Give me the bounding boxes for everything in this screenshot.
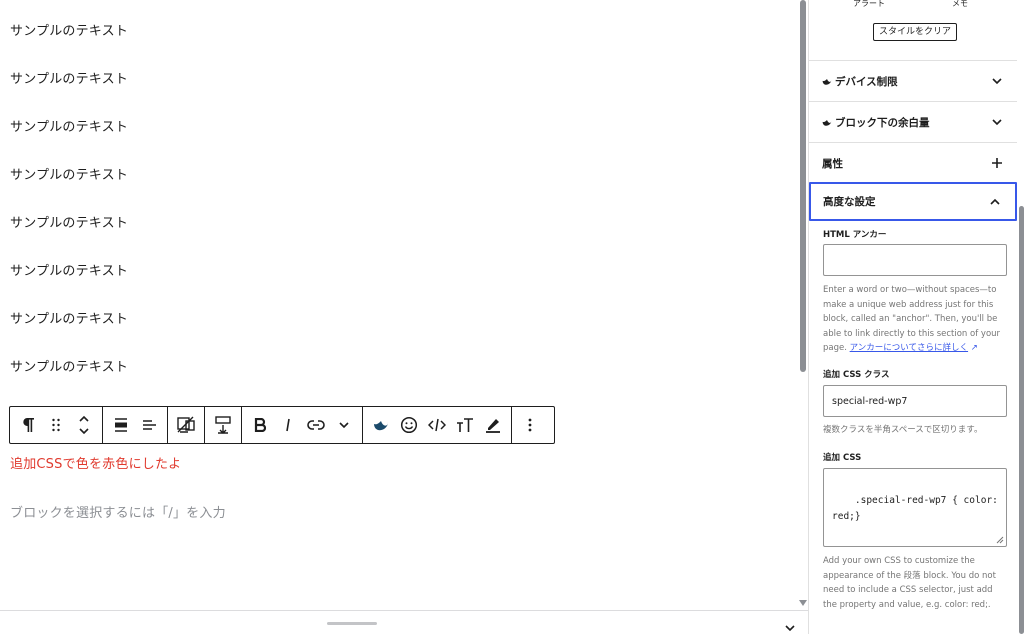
panel-title-device: デバイス制限	[822, 74, 898, 89]
html-anchor-label: HTML アンカー	[823, 230, 887, 240]
selected-paragraph-block[interactable]: 追加CSSで色を赤色にしたよ	[10, 453, 181, 472]
move-up-down-icon[interactable]	[70, 407, 98, 443]
plugin-logo-icon	[822, 119, 832, 126]
css-class-label: 追加 CSS クラス	[823, 370, 890, 380]
paragraph-block[interactable]: サンプルのテキスト	[10, 260, 128, 279]
anchor-learn-more-link[interactable]: アンカーについてさらに詳しく	[850, 343, 968, 353]
panel-device-restriction[interactable]: デバイス制限	[809, 60, 1017, 101]
toolbar-group-device	[168, 407, 205, 443]
external-link-icon: ↗	[968, 343, 978, 353]
chevron-down-icon[interactable]	[784, 617, 796, 634]
html-anchor-input[interactable]	[823, 244, 1007, 276]
block-style-labels: アラート メモ	[809, 0, 1017, 12]
panel-attributes[interactable]: 属性	[809, 142, 1017, 183]
toolbar-group-block	[10, 407, 103, 443]
align-left-icon[interactable]	[135, 407, 163, 443]
html-anchor-help: Enter a word or two—without spaces—to ma…	[823, 283, 1009, 356]
emoji-icon[interactable]	[395, 407, 423, 443]
more-chevron-icon[interactable]	[330, 407, 358, 443]
block-toolbar	[9, 406, 555, 444]
editor-scrollbar[interactable]	[798, 0, 808, 610]
clear-style-button[interactable]: スタイルをクリア	[873, 23, 958, 41]
options-icon[interactable]	[516, 407, 544, 443]
device-icon[interactable]	[172, 407, 200, 443]
panel-label: ブロック下の余白量	[835, 116, 930, 129]
style-label-alert[interactable]: アラート	[853, 0, 885, 9]
editor-canvas[interactable]: サンプルのテキスト サンプルのテキスト サンプルのテキスト サンプルのテキスト …	[0, 0, 798, 610]
paragraph-icon[interactable]	[14, 407, 42, 443]
text-size-icon[interactable]	[451, 407, 479, 443]
css-class-help: 複数クラスを半角スペースで区切ります。	[823, 425, 983, 435]
scroll-down-arrow-icon[interactable]	[799, 600, 807, 606]
italic-icon[interactable]	[274, 407, 302, 443]
custom-css-textarea[interactable]: .special-red-wp7 { color: red;}	[823, 468, 1007, 547]
css-class-input[interactable]	[823, 385, 1007, 417]
toolbar-group-plugin	[363, 407, 512, 443]
panel-label: 属性	[822, 157, 843, 170]
drag-handle-icon[interactable]	[42, 407, 70, 443]
paragraph-block[interactable]: サンプルのテキスト	[10, 308, 128, 327]
resize-grip-icon[interactable]	[996, 536, 1004, 544]
editor-footer	[0, 610, 808, 634]
bold-icon[interactable]	[246, 407, 274, 443]
plugin-logo-icon	[822, 78, 832, 85]
chevron-up-icon	[990, 198, 1000, 205]
settings-sidebar: アラート メモ スタイルをクリア デバイス制限 ブロック下の余白量 属性 高度な…	[808, 0, 1024, 634]
block-appender-placeholder[interactable]: ブロックを選択するには「/」を入力	[10, 502, 226, 521]
sidebar-scrollbar[interactable]	[1017, 0, 1024, 634]
plus-icon	[992, 158, 1002, 168]
resize-handle[interactable]	[327, 622, 377, 625]
paragraph-block[interactable]: サンプルのテキスト	[10, 212, 128, 231]
plugin-logo-icon[interactable]	[367, 407, 395, 443]
custom-css-help: Add your own CSS to customize the appear…	[823, 556, 996, 610]
margin-icon[interactable]	[209, 407, 237, 443]
highlight-icon[interactable]	[479, 407, 507, 443]
custom-css-value: .special-red-wp7 { color: red;}	[832, 495, 998, 522]
paragraph-block[interactable]: サンプルのテキスト	[10, 116, 128, 135]
panel-label: 高度な設定	[823, 196, 876, 208]
paragraph-block[interactable]: サンプルのテキスト	[10, 356, 128, 375]
editor-scrollbar-thumb[interactable]	[800, 0, 806, 372]
paragraph-block[interactable]: サンプルのテキスト	[10, 20, 128, 39]
chevron-down-icon	[992, 78, 1002, 85]
chevron-down-icon	[992, 119, 1002, 126]
custom-css-label: 追加 CSS	[823, 453, 862, 463]
paragraph-block[interactable]: サンプルのテキスト	[10, 164, 128, 183]
link-icon[interactable]	[302, 407, 330, 443]
code-icon[interactable]	[423, 407, 451, 443]
align-center-icon[interactable]	[107, 407, 135, 443]
style-label-memo[interactable]: メモ	[952, 0, 968, 9]
toolbar-group-format	[242, 407, 363, 443]
sidebar-scrollbar-thumb[interactable]	[1019, 206, 1024, 634]
panel-bottom-margin[interactable]: ブロック下の余白量	[809, 101, 1017, 142]
panel-title-margin: ブロック下の余白量	[822, 115, 930, 130]
toolbar-group-align	[103, 407, 168, 443]
toolbar-group-options	[512, 407, 548, 443]
panel-label: デバイス制限	[835, 75, 898, 88]
toolbar-group-margin	[205, 407, 242, 443]
paragraph-block[interactable]: サンプルのテキスト	[10, 68, 128, 87]
panel-advanced[interactable]: 高度な設定	[809, 182, 1017, 221]
